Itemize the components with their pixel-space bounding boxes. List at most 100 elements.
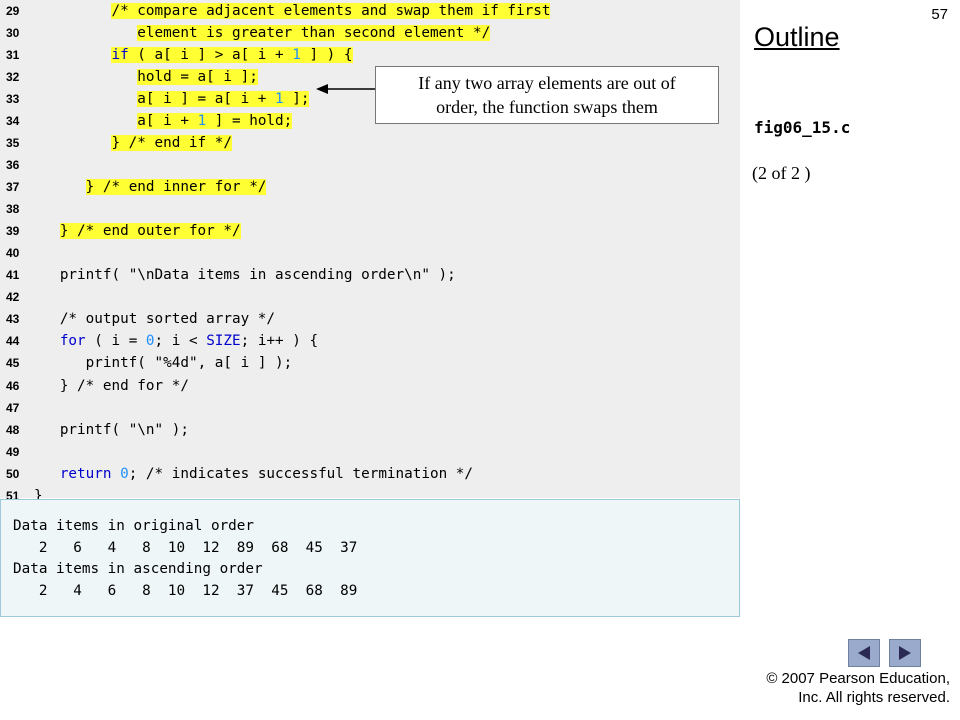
code-token: );	[163, 421, 189, 438]
line-number: 40	[6, 246, 20, 261]
callout-box: If any two array elements are out of ord…	[375, 66, 719, 124]
line-number: 31	[6, 48, 20, 63]
callout-text-line-1: If any two array elements are out of	[418, 73, 676, 93]
code-text: return 0; /* indicates successful termin…	[34, 463, 473, 485]
code-text: a[ i + 1 ] = hold;	[34, 110, 293, 132]
code-token: for	[59, 333, 86, 350]
code-token: /* end for */	[77, 377, 189, 394]
code-token: } /* end if */	[111, 135, 232, 152]
code-token: } /* end outer for */	[59, 223, 241, 240]
page-number: 57	[931, 6, 948, 23]
code-text: if ( a[ i ] > a[ i + 1 ] ) {	[34, 44, 353, 66]
line-number: 46	[6, 378, 20, 393]
line-number: 33	[6, 92, 20, 107]
line-number: 32	[6, 70, 20, 85]
code-text: printf( "%4d", a[ i ] );	[34, 352, 293, 374]
line-number: 38	[6, 202, 20, 217]
code-token: ] ) {	[300, 47, 353, 64]
line-number: 29	[6, 4, 20, 18]
triangle-right-icon	[899, 646, 911, 660]
code-token: ( i =	[85, 333, 146, 350]
code-text: } /* end if */	[34, 132, 232, 154]
line-number: 34	[6, 114, 20, 129]
line-number: 42	[6, 290, 20, 305]
outline-title[interactable]: Outline	[754, 22, 840, 53]
output-line: Data items in ascending order	[13, 561, 263, 577]
line-number: 36	[6, 158, 20, 173]
line-number: 30	[6, 26, 20, 41]
line-number: 48	[6, 422, 20, 437]
code-token: /* output sorted array */	[59, 311, 276, 328]
callout-text-line-2: order, the function swaps them	[436, 97, 658, 117]
code-token: ;	[128, 465, 146, 482]
code-token: hold = a[ i ];	[137, 69, 258, 86]
code-token: if	[111, 47, 129, 64]
code-token: }	[34, 377, 78, 394]
code-token: return	[59, 465, 112, 482]
code-text: hold = a[ i ];	[34, 66, 258, 88]
code-text: /* compare adjacent elements and swap th…	[34, 0, 551, 22]
code-token: 0	[120, 465, 129, 482]
code-token: 1	[292, 47, 301, 64]
copyright-notice: © 2007 Pearson Education, Inc. All right…	[766, 669, 950, 707]
copyright-line-2: Inc. All rights reserved.	[798, 689, 950, 706]
code-token: printf(	[34, 355, 155, 372]
output-line: 2 4 6 8 10 12 37 45 68 89	[13, 582, 358, 599]
code-token: "\n"	[128, 421, 164, 438]
code-token: ( a[ i ] > a[ i +	[128, 47, 293, 64]
code-token: SIZE	[206, 333, 241, 350]
triangle-left-icon	[858, 646, 870, 660]
code-text: /* output sorted array */	[34, 308, 275, 330]
code-text: } /* end inner for */	[34, 176, 267, 198]
code-token: , a[ i ] );	[197, 355, 293, 372]
code-token: ] = hold;	[206, 113, 293, 130]
code-text: printf( "\nData items in ascending order…	[34, 264, 456, 286]
code-token: /* compare adjacent elements and swap th…	[111, 3, 551, 19]
line-number: 49	[6, 444, 20, 459]
line-number: 35	[6, 136, 20, 151]
line-number: 41	[6, 268, 20, 283]
code-token: a[ i ] = a[ i +	[137, 91, 276, 108]
code-text: printf( "\n" );	[34, 419, 189, 441]
previous-slide-button[interactable]	[848, 639, 880, 667]
code-token: /* indicates successful termination */	[145, 465, 474, 482]
file-name-label: fig06_15.c	[754, 118, 851, 137]
code-token: "\nData items in ascending order\n"	[128, 267, 430, 284]
code-token: element is greater than second element *…	[137, 25, 491, 42]
code-token: 1	[197, 113, 207, 130]
next-slide-button[interactable]	[889, 639, 921, 667]
callout-arrow	[316, 84, 376, 94]
line-number: 47	[6, 400, 20, 415]
code-text: } /* end for */	[34, 375, 189, 397]
line-number: 44	[6, 334, 20, 349]
output-line: 2 6 4 8 10 12 89 68 45 37	[13, 539, 358, 556]
code-token: ];	[283, 91, 310, 108]
line-number: 37	[6, 180, 20, 195]
code-token: a[ i +	[137, 113, 198, 130]
part-label: (2 of 2 )	[752, 163, 811, 183]
code-text: element is greater than second element *…	[34, 22, 491, 44]
code-token: ; i <	[154, 333, 207, 350]
code-token: ; i++ ) {	[240, 333, 319, 350]
code-text: for ( i = 0; i < SIZE; i++ ) {	[34, 330, 318, 352]
code-text: a[ i ] = a[ i + 1 ];	[34, 88, 310, 110]
line-number: 45	[6, 356, 20, 371]
line-number: 43	[6, 312, 20, 327]
copyright-line-1: © 2007 Pearson Education,	[766, 670, 950, 687]
code-token: } /* end inner for */	[85, 179, 267, 196]
code-token: 1	[275, 91, 284, 108]
code-token: printf(	[34, 267, 129, 284]
code-token: printf(	[34, 421, 129, 438]
